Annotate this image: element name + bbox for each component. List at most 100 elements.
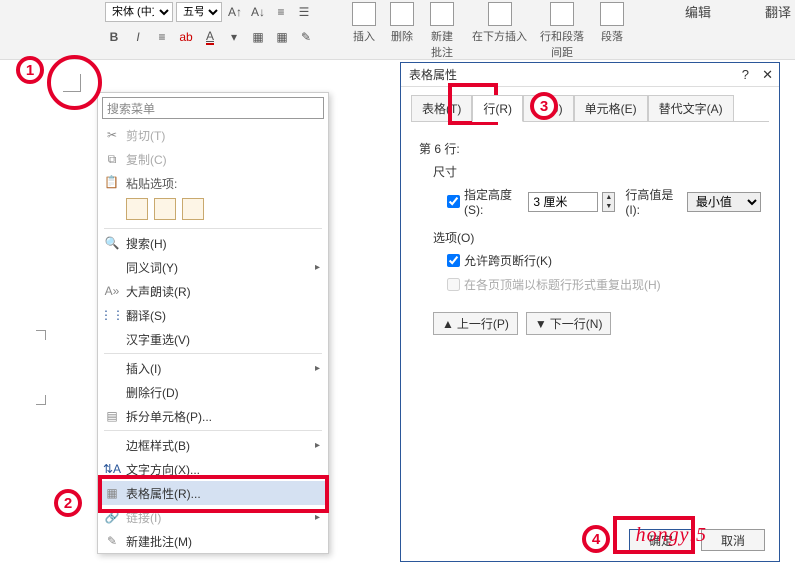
italic-icon[interactable]: I [129, 28, 147, 46]
align-icon[interactable]: ≡ [153, 28, 171, 46]
triangle-down-icon: ▼ [535, 317, 547, 331]
numbering-icon[interactable]: ☰ [294, 2, 314, 22]
specify-height-checkbox[interactable]: 指定高度(S): [447, 186, 524, 217]
page-corner [36, 330, 46, 340]
shrink-font-icon[interactable]: A↓ [248, 2, 268, 22]
highlight-icon[interactable]: ab [177, 28, 195, 46]
height-spinner[interactable]: ▲▼ [602, 192, 615, 212]
row-spacing-group[interactable]: 行和段落 间距 [540, 2, 584, 60]
comment-icon [430, 2, 454, 26]
menu-split-cells[interactable]: ▤拆分单元格(P)... [98, 404, 328, 428]
spacing-icon [550, 2, 574, 26]
prev-row-button[interactable]: ▲上一行(P) [433, 312, 518, 335]
spin-down-icon[interactable]: ▼ [603, 202, 614, 211]
menu-synonyms[interactable]: 同义词(Y)▸ [98, 255, 328, 279]
search-icon: 🔍 [104, 235, 120, 251]
delete-group[interactable]: 删除 [390, 2, 414, 44]
copy-icon: ⧉ [104, 151, 120, 167]
help-icon[interactable]: ? [742, 67, 749, 82]
chevron-right-icon: ▸ [315, 363, 320, 374]
new-comment-group[interactable]: 新建 批注 [430, 2, 454, 60]
insert-icon [352, 2, 376, 26]
menu-cut: ✂剪切(T) [98, 123, 328, 147]
repeat-header-checkbox: 在各页顶端以标题行形式重复出现(H) [447, 276, 661, 293]
menu-search-input[interactable]: 搜索菜单 [102, 97, 324, 119]
split-icon: ▤ [104, 408, 120, 424]
paste-options [98, 194, 328, 226]
height-is-label: 行高值是(I): [625, 186, 682, 217]
menu-search-item[interactable]: 🔍搜索(H) [98, 231, 328, 255]
text-direction-icon: ⇅A [104, 461, 120, 477]
annotation-number-1: 1 [16, 56, 44, 84]
paste-options-label: 📋粘贴选项: [98, 171, 328, 194]
menu-read-aloud[interactable]: A»大声朗读(R) [98, 279, 328, 303]
paste-keep-formatting-icon[interactable] [126, 198, 148, 220]
menu-translate[interactable]: ⋮⋮翻译(S) [98, 303, 328, 327]
chevron-right-icon: ▸ [315, 512, 320, 523]
dialog-title: 表格属性 [409, 66, 457, 83]
menu-border-style[interactable]: 边框样式(B)▸ [98, 433, 328, 457]
paragraph-group[interactable]: 段落 [600, 2, 624, 44]
page-corner [63, 74, 81, 92]
tab-alt-text[interactable]: 替代文字(A) [648, 95, 734, 122]
tab-table[interactable]: 表格(T) [411, 95, 472, 122]
dialog-tabs: 表格(T) 行(R) 列(U) 单元格(E) 替代文字(A) [401, 87, 779, 122]
border-icon[interactable]: ▦ [273, 28, 291, 46]
bullets-icon[interactable]: ≡ [271, 2, 291, 22]
next-row-button[interactable]: ▼下一行(N) [526, 312, 612, 335]
paste-merge-icon[interactable] [154, 198, 176, 220]
insert-group[interactable]: 插入 [352, 2, 376, 44]
comment-icon: ✎ [104, 533, 120, 549]
tab-row-body: 第 6 行: 尺寸 指定高度(S): ▲▼ 行高值是(I): 最小值 选项(O)… [411, 121, 769, 347]
paste-text-only-icon[interactable] [182, 198, 204, 220]
annotation-number-3: 3 [530, 92, 558, 120]
allow-break-checkbox[interactable]: 允许跨页断行(K) [447, 252, 552, 269]
menu-new-comment[interactable]: ✎新建批注(M) [98, 529, 328, 553]
dialog-titlebar: 表格属性 ? ✕ [401, 63, 779, 87]
ribbon-toolbar: 宋体 (中文 五号 A↑ A↓ ≡ ☰ B I ≡ ab A ▾ ▦ ▦ ✎ 插… [0, 0, 795, 60]
size-label: 尺寸 [433, 163, 761, 180]
chevron-right-icon: ▸ [315, 262, 320, 273]
speaker-icon: A» [104, 283, 120, 299]
link-icon: 🔗 [104, 509, 120, 525]
table-props-icon: ▦ [104, 485, 120, 501]
page-corner [36, 395, 46, 405]
menu-insert[interactable]: 插入(I)▸ [98, 356, 328, 380]
menu-cjk[interactable]: 汉字重选(V) [98, 327, 328, 351]
options-label: 选项(O) [433, 229, 761, 246]
triangle-up-icon: ▲ [442, 317, 454, 331]
chevron-right-icon: ▸ [315, 440, 320, 451]
bold-icon[interactable]: B [105, 28, 123, 46]
annotation-number-2: 2 [54, 489, 82, 517]
annotation-number-4: 4 [582, 525, 610, 553]
table-properties-dialog: 表格属性 ? ✕ 表格(T) 行(R) 列(U) 单元格(E) 替代文字(A) … [400, 62, 780, 562]
cancel-button[interactable]: 取消 [701, 529, 765, 551]
menu-table-properties[interactable]: ▦表格属性(R)... [98, 481, 328, 505]
ok-button[interactable]: 确定 [629, 529, 693, 551]
edit-menu-tab[interactable]: 编辑 [685, 2, 711, 21]
insert-below-group[interactable]: 在下方插入 [472, 2, 527, 44]
height-mode-select[interactable]: 最小值 [687, 192, 761, 212]
delete-icon [390, 2, 414, 26]
cut-icon: ✂ [104, 127, 120, 143]
menu-text-direction[interactable]: ⇅A文字方向(X)... [98, 457, 328, 481]
format-painter-icon[interactable]: ✎ [297, 28, 315, 46]
menu-link: 🔗链接(I)▸ [98, 505, 328, 529]
tab-cell[interactable]: 单元格(E) [574, 95, 648, 122]
tab-row[interactable]: 行(R) [472, 95, 523, 122]
close-icon[interactable]: ✕ [762, 67, 773, 83]
row-header-label: 第 6 行: [419, 140, 761, 157]
font-size-select[interactable]: 五号 [176, 2, 222, 22]
height-value-input[interactable] [528, 192, 598, 212]
spin-up-icon[interactable]: ▲ [603, 193, 614, 202]
dropdown-icon[interactable]: ▾ [225, 28, 243, 46]
shading-icon[interactable]: ▦ [249, 28, 267, 46]
context-menu: 搜索菜单 ✂剪切(T) ⧉复制(C) 📋粘贴选项: 🔍搜索(H) 同义词(Y)▸… [97, 92, 329, 554]
menu-delete-row[interactable]: 删除行(D) [98, 380, 328, 404]
font-color-icon[interactable]: A [201, 28, 219, 46]
translate-icon: ⋮⋮ [104, 307, 120, 323]
translate-menu-tab[interactable]: 翻译 [765, 2, 791, 21]
grow-font-icon[interactable]: A↑ [225, 2, 245, 22]
paragraph-icon [600, 2, 624, 26]
font-name-select[interactable]: 宋体 (中文 [105, 2, 173, 22]
